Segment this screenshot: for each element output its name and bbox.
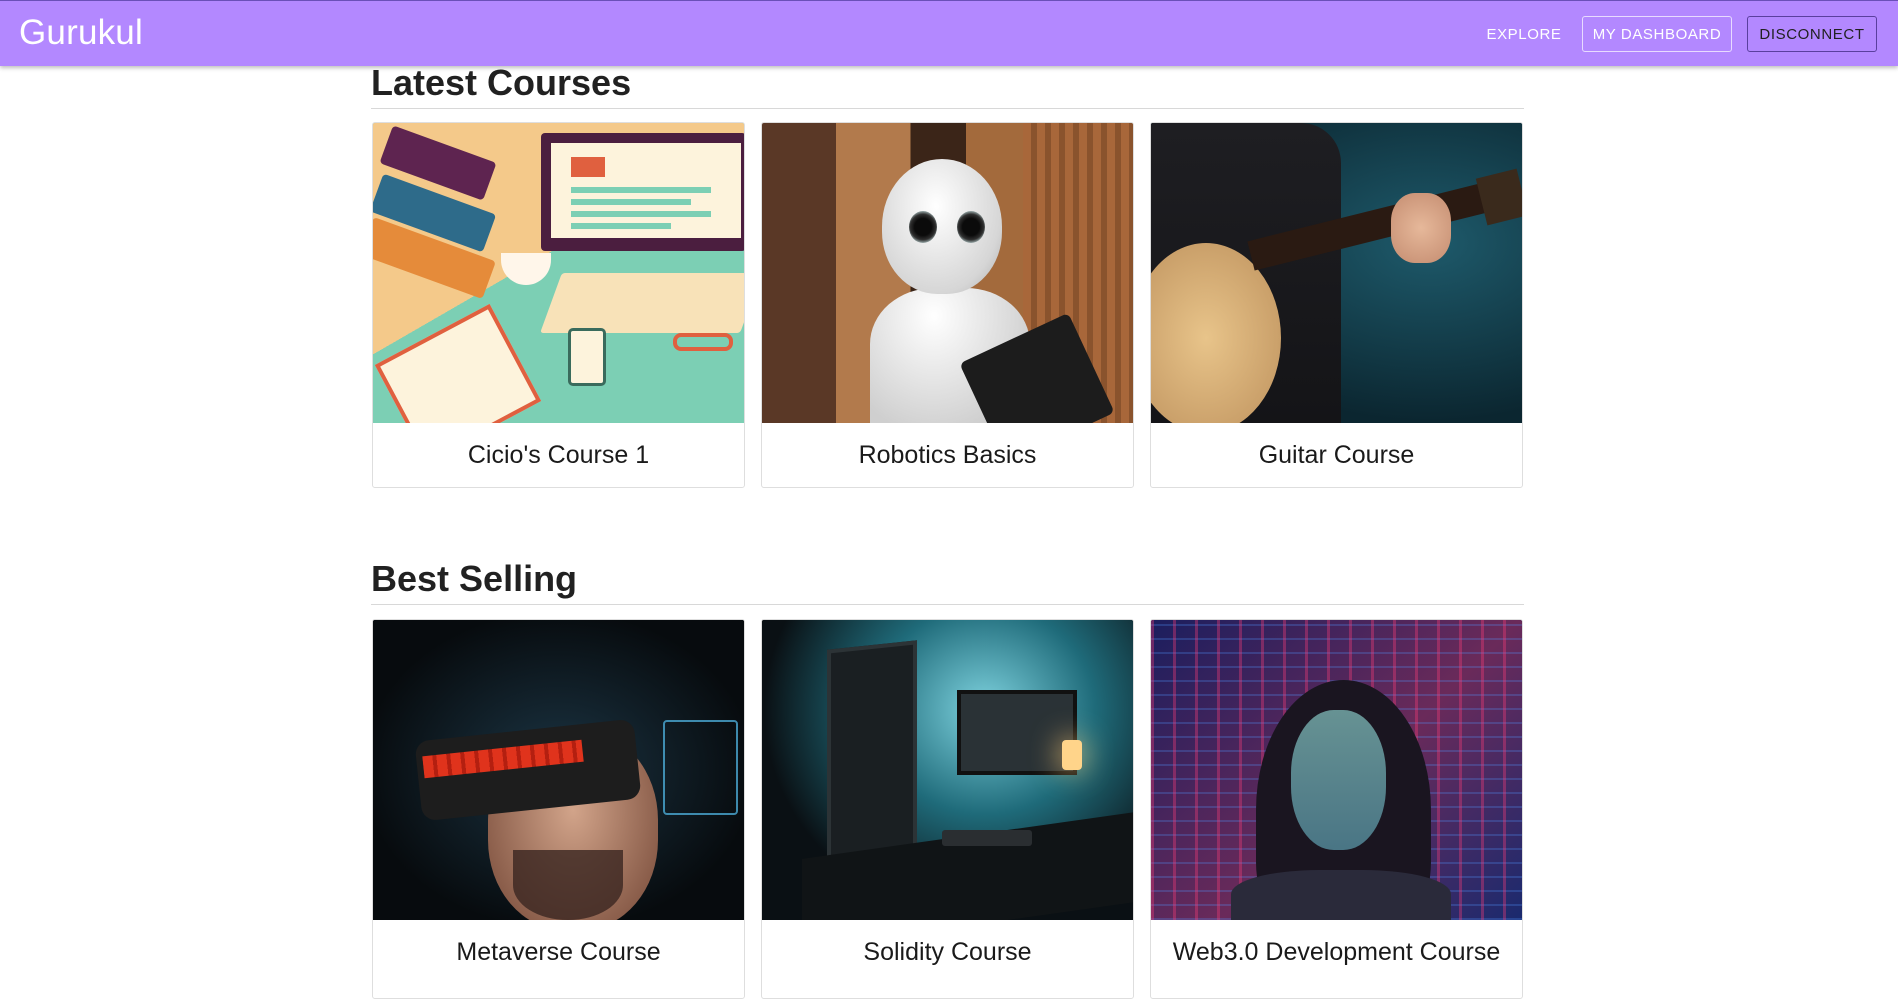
course-image [762,620,1133,920]
my-dashboard-button[interactable]: MY DASHBOARD [1582,16,1732,52]
course-title[interactable]: Guitar Course [1151,423,1522,487]
brand-logo[interactable]: Gurukul [19,13,143,53]
course-card[interactable]: Robotics Basics [761,122,1134,488]
course-title[interactable]: Robotics Basics [762,423,1133,487]
course-card[interactable]: Guitar Course [1150,122,1523,488]
course-image [373,620,744,920]
best-selling-heading: Best Selling [371,558,1524,605]
course-image [373,123,744,423]
course-image [762,123,1133,423]
course-title[interactable]: Metaverse Course [373,920,744,984]
explore-button[interactable]: EXPLORE [1478,16,1570,52]
course-card[interactable]: Cicio's Course 1 [372,122,745,488]
disconnect-button[interactable]: DISCONNECT [1747,16,1877,52]
course-image [1151,123,1522,423]
course-card[interactable]: Web3.0 Development Course [1150,619,1523,999]
course-title[interactable]: Cicio's Course 1 [373,423,744,487]
course-card[interactable]: Metaverse Course [372,619,745,999]
top-app-bar: Gurukul EXPLORE MY DASHBOARD DISCONNECT [0,0,1898,66]
course-card[interactable]: Solidity Course [761,619,1134,999]
course-title[interactable]: Solidity Course [762,920,1133,984]
course-title[interactable]: Web3.0 Development Course [1151,920,1522,984]
course-image [1151,620,1522,920]
latest-courses-heading: Latest Courses [371,62,1524,109]
